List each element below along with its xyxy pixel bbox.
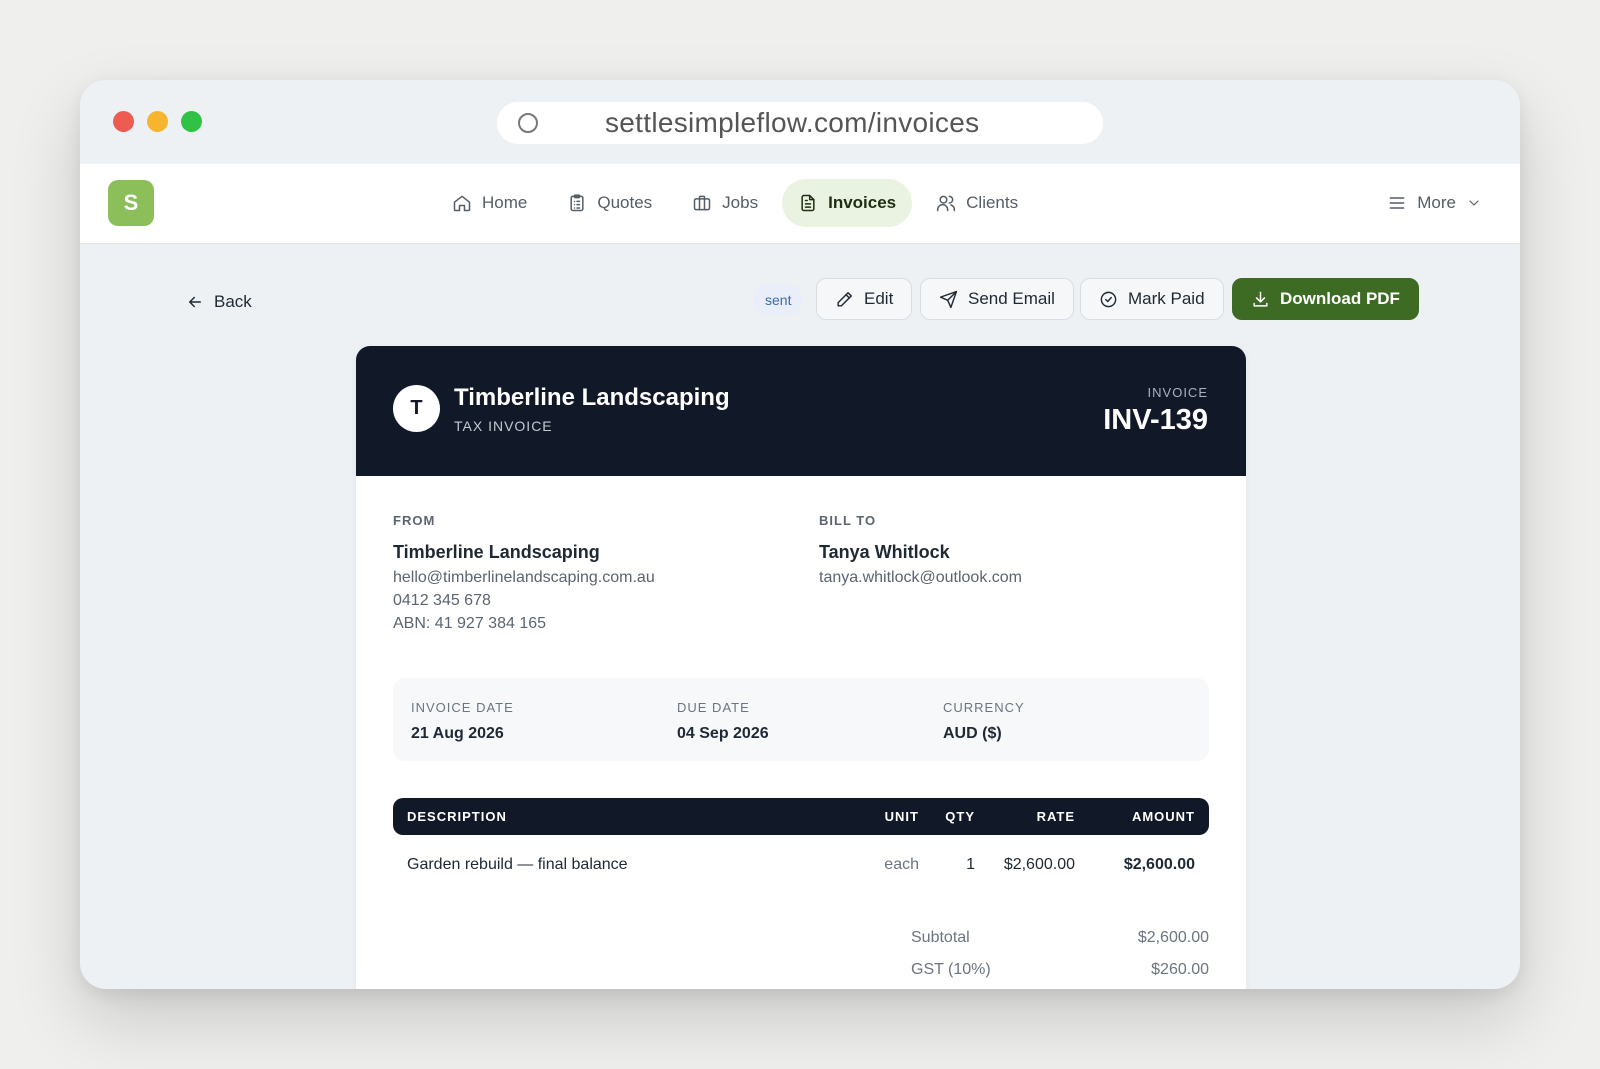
nav-item-jobs[interactable]: Jobs	[676, 179, 774, 227]
send-email-label: Send Email	[968, 289, 1055, 308]
app-logo[interactable]: S	[108, 180, 154, 226]
browser-chrome: settlesimpleflow.com/invoices	[80, 80, 1520, 164]
nav-item-quotes[interactable]: Quotes	[551, 179, 668, 227]
invoice-toolbar: Back sent Edit Send Email Mark Paid Down…	[80, 244, 1520, 349]
address-bar[interactable]: settlesimpleflow.com/invoices	[497, 102, 1103, 144]
clipboard-icon	[570, 194, 584, 212]
column-qty: QTY	[945, 809, 975, 824]
download-pdf-button[interactable]: Download PDF	[1232, 278, 1419, 320]
status-badge: sent	[753, 284, 804, 316]
pencil-icon	[837, 291, 852, 307]
send-email-button[interactable]: Send Email	[920, 278, 1074, 320]
bill-to-name: Tanya Whitlock	[819, 542, 950, 562]
due-date-label: DUE DATE	[677, 700, 750, 715]
mark-paid-button[interactable]: Mark Paid	[1080, 278, 1224, 320]
browser-window: settlesimpleflow.com/invoices S Home Quo…	[80, 80, 1520, 989]
check-circle-icon	[1100, 291, 1117, 307]
gst-label: GST (10%)	[911, 961, 991, 978]
currency: AUD ($)	[943, 725, 1002, 742]
column-rate: RATE	[1036, 809, 1075, 824]
home-icon	[453, 195, 471, 212]
menu-icon	[1389, 197, 1405, 209]
subtotal-label: Subtotal	[911, 929, 970, 946]
line-item-qty: 1	[966, 856, 975, 873]
line-item-rate: $2,600.00	[1003, 856, 1075, 873]
line-items-header: DESCRIPTION UNIT QTY RATE AMOUNT	[393, 798, 1209, 835]
column-amount: AMOUNT	[1131, 809, 1195, 824]
gst-value: $260.00	[1151, 961, 1209, 978]
subtotal-value: $2,600.00	[1137, 929, 1209, 946]
top-navbar: S Home Quotes Jobs Invoices Clients More	[80, 164, 1520, 244]
invoice-meta: INVOICE DATE 21 Aug 2026 DUE DATE 04 Sep…	[393, 678, 1209, 761]
invoice-date: 21 Aug 2026	[411, 725, 504, 742]
more-label: More	[1417, 193, 1456, 212]
column-description: DESCRIPTION	[407, 809, 507, 824]
nav-menu: Home Quotes Jobs Invoices Clients	[436, 179, 1034, 227]
from-abn: ABN: 41 927 384 165	[393, 615, 547, 632]
nav-item-label: Clients	[966, 193, 1019, 212]
line-item-unit: each	[884, 856, 919, 873]
users-icon	[937, 195, 956, 212]
back-button[interactable]: Back	[186, 292, 252, 312]
nav-item-label: Invoices	[828, 193, 897, 212]
due-date: 04 Sep 2026	[677, 725, 769, 742]
more-menu-button[interactable]: More	[1387, 179, 1482, 227]
chevron-down-icon	[1469, 200, 1479, 206]
file-icon	[801, 194, 815, 212]
company-name: Timberline Landscaping	[454, 384, 730, 411]
nav-item-label: Home	[482, 193, 528, 212]
site-info-icon[interactable]	[518, 113, 538, 133]
briefcase-icon	[693, 195, 711, 211]
line-item-description: Garden rebuild — final balance	[407, 856, 628, 873]
maximize-window-button[interactable]	[181, 111, 202, 132]
line-item-amount: $2,600.00	[1123, 856, 1195, 873]
invoice-header: T Timberline Landscaping TAX INVOICE INV…	[356, 346, 1246, 476]
send-icon	[939, 290, 958, 308]
from-label: FROM	[393, 513, 436, 528]
mark-paid-label: Mark Paid	[1128, 289, 1205, 308]
download-pdf-label: Download PDF	[1280, 289, 1400, 308]
close-window-button[interactable]	[113, 111, 134, 132]
edit-button[interactable]: Edit	[816, 278, 913, 320]
arrow-left-icon	[189, 296, 201, 308]
invoice-card: T Timberline Landscaping TAX INVOICE INV…	[356, 346, 1246, 989]
bill-to-label: BILL TO	[819, 513, 877, 528]
invoice-number-label: INVOICE	[1147, 385, 1208, 400]
back-label: Back	[214, 292, 252, 311]
document-type: TAX INVOICE	[454, 418, 553, 434]
download-icon	[1253, 291, 1268, 307]
from-name: Timberline Landscaping	[393, 542, 600, 562]
nav-item-label: Jobs	[722, 193, 759, 212]
nav-item-invoices[interactable]: Invoices	[782, 179, 913, 227]
from-email: hello@timberlinelandscaping.com.au	[393, 569, 655, 586]
from-phone: 0412 345 678	[393, 592, 491, 609]
nav-item-clients[interactable]: Clients	[920, 179, 1034, 227]
edit-label: Edit	[864, 289, 894, 308]
currency-label: CURRENCY	[943, 700, 1025, 715]
invoice-date-label: INVOICE DATE	[411, 700, 514, 715]
company-avatar: T	[393, 385, 440, 432]
minimize-window-button[interactable]	[147, 111, 168, 132]
column-unit: UNIT	[884, 809, 919, 824]
bill-to-email: tanya.whitlock@outlook.com	[819, 569, 1022, 586]
url-text: settlesimpleflow.com/invoices	[605, 107, 980, 138]
nav-item-home[interactable]: Home	[436, 179, 543, 227]
nav-item-label: Quotes	[597, 193, 653, 212]
invoice-number: INV-139	[1103, 404, 1208, 436]
